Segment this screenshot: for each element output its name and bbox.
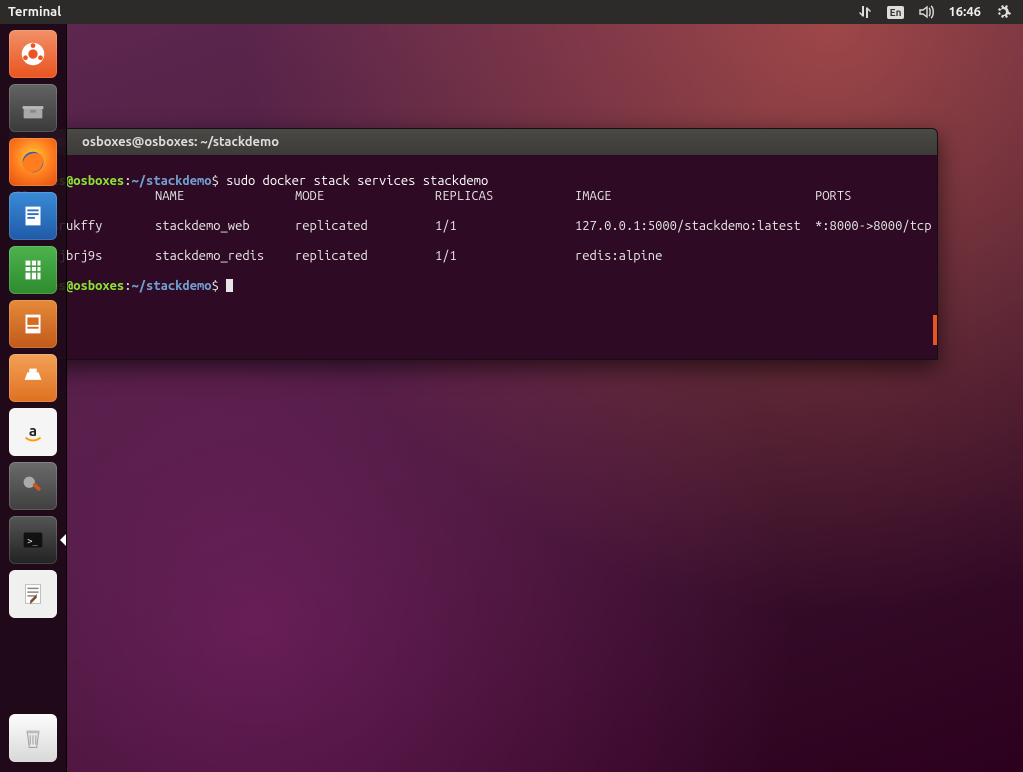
launcher-dash[interactable] bbox=[9, 30, 57, 78]
launcher: a >_ bbox=[0, 24, 67, 772]
launcher-writer[interactable] bbox=[9, 192, 57, 240]
launcher-amazon[interactable]: a bbox=[9, 408, 57, 456]
launcher-settings[interactable] bbox=[9, 462, 57, 510]
table-header: IDNAMEMODEREPLICASIMAGEPORTS bbox=[15, 189, 931, 204]
table-row: cxyp7srukffystackdemo_webreplicated1/112… bbox=[15, 219, 931, 234]
launcher-texteditor[interactable] bbox=[9, 570, 57, 618]
menubar-app-title: Terminal bbox=[0, 5, 61, 19]
terminal-body[interactable]: osboxes@osboxes:~/stackdemo$ sudo docker… bbox=[9, 155, 937, 359]
svg-text:a: a bbox=[29, 422, 37, 439]
system-tray: En 16:46 bbox=[857, 4, 1023, 20]
launcher-firefox[interactable] bbox=[9, 138, 57, 186]
volume-icon[interactable] bbox=[918, 4, 934, 20]
clock[interactable]: 16:46 bbox=[948, 5, 981, 19]
launcher-software[interactable] bbox=[9, 354, 57, 402]
terminal-titlebar[interactable]: osboxes@osboxes: ~/stackdemo bbox=[9, 129, 937, 155]
prompt-end: $ bbox=[212, 174, 219, 188]
gear-icon[interactable] bbox=[995, 4, 1011, 20]
terminal-command: sudo docker stack services stackdemo bbox=[226, 174, 488, 188]
launcher-impress[interactable] bbox=[9, 300, 57, 348]
terminal-window-title: osboxes@osboxes: ~/stackdemo bbox=[74, 135, 279, 149]
prompt-path: ~/stackdemo bbox=[131, 174, 211, 188]
launcher-trash[interactable] bbox=[9, 714, 57, 762]
launcher-files[interactable] bbox=[9, 84, 57, 132]
table-row: z0i2rtjbrj9sstackdemo_redisreplicated1/1… bbox=[15, 249, 931, 264]
prompt-path: ~/stackdemo bbox=[131, 279, 211, 293]
launcher-calc[interactable] bbox=[9, 246, 57, 294]
terminal-window: osboxes@osboxes: ~/stackdemo osboxes@osb… bbox=[8, 128, 938, 360]
network-icon[interactable] bbox=[857, 4, 873, 20]
svg-text:>_: >_ bbox=[27, 536, 38, 546]
keyboard-indicator[interactable]: En bbox=[887, 6, 905, 19]
terminal-cursor bbox=[226, 279, 233, 292]
prompt-end: $ bbox=[212, 279, 219, 293]
launcher-terminal[interactable]: >_ bbox=[9, 516, 57, 564]
top-menubar: Terminal En 16:46 bbox=[0, 0, 1023, 24]
scrollbar-thumb[interactable] bbox=[933, 315, 937, 345]
